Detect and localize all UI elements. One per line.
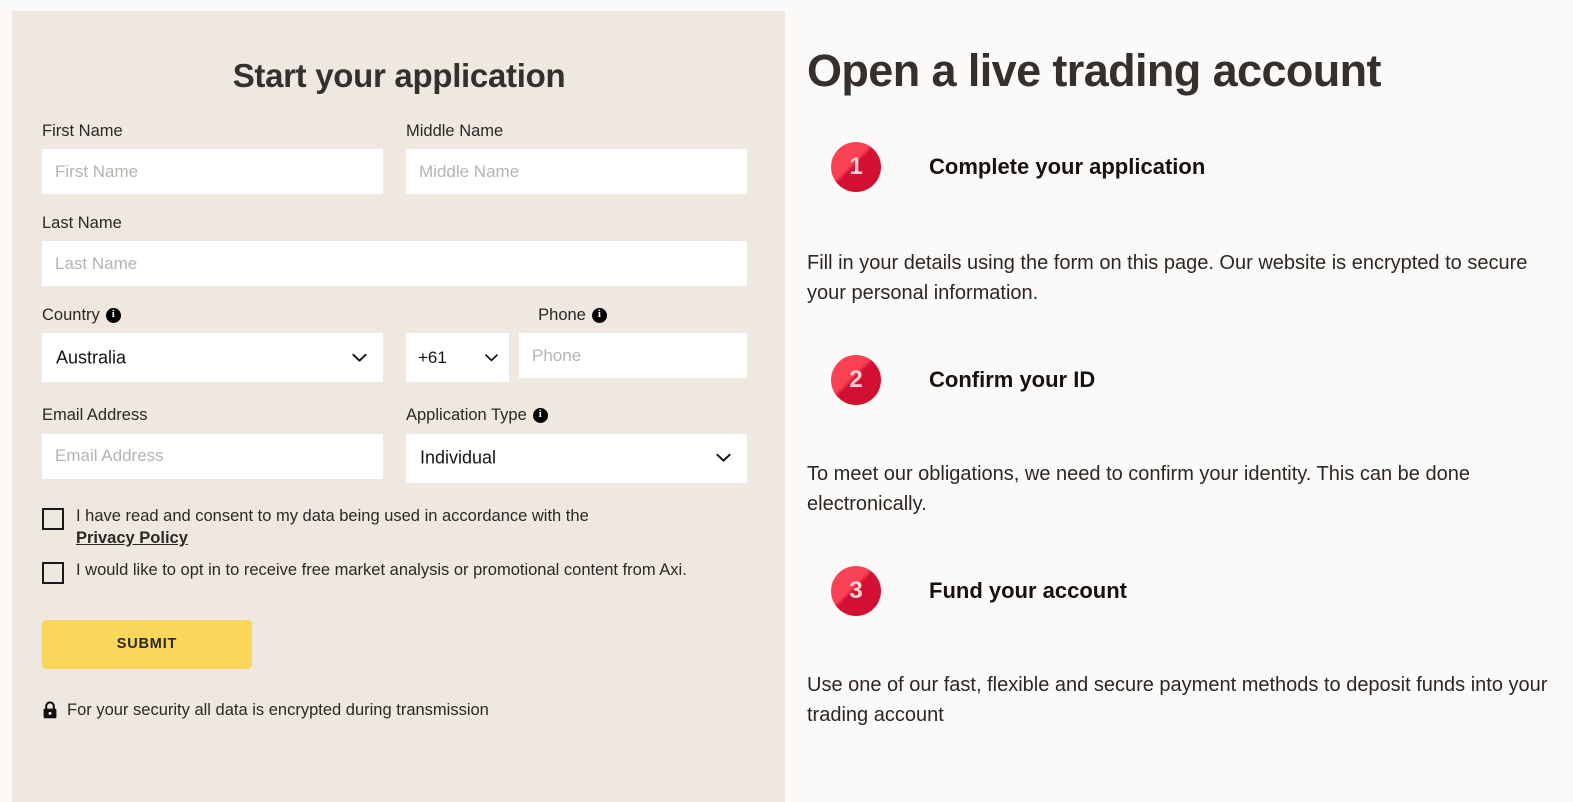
email-field-group: Email Address: [42, 406, 383, 482]
info-icon[interactable]: i: [105, 307, 121, 323]
country-label-text: Country: [42, 306, 100, 325]
application-form-panel: Start your application First Name Middle…: [12, 11, 785, 802]
privacy-consent-text: I have read and consent to my data being…: [76, 505, 589, 549]
step-title: Fund your account: [929, 577, 1127, 603]
step-header: 1 Complete your application: [807, 141, 1573, 192]
lock-icon: [43, 701, 57, 719]
submit-button[interactable]: SUBMIT: [42, 619, 252, 669]
marketing-row: I would like to opt in to receive free m…: [42, 559, 756, 584]
chevron-down-icon: [352, 353, 367, 362]
chevron-down-icon: [485, 354, 498, 362]
marketing-optin-text: I would like to opt in to receive free m…: [76, 560, 687, 579]
middle-name-field-group: Middle Name: [406, 122, 747, 195]
country-field-group: Country i Australia: [42, 306, 383, 383]
application-type-label: Application Type i: [406, 406, 747, 424]
first-name-field-group: First Name: [42, 122, 383, 195]
security-note: For your security all data is encrypted …: [42, 701, 756, 720]
consent-checkbox-group: I have read and consent to my data being…: [42, 505, 756, 584]
application-page: Start your application First Name Middle…: [0, 0, 1573, 802]
first-name-label-text: First Name: [42, 122, 123, 140]
step-title: Complete your application: [929, 153, 1206, 179]
info-icon[interactable]: i: [591, 307, 607, 323]
step-header: 3 Fund your account: [807, 565, 1573, 616]
privacy-consent-label: I have read and consent to my data being…: [76, 506, 589, 525]
phone-label-text: Phone: [538, 306, 586, 325]
security-note-text: For your security all data is encrypted …: [67, 700, 489, 719]
info-panel: Open a live trading account 1 Complete y…: [807, 0, 1573, 802]
form-inner: Start your application First Name Middle…: [42, 11, 756, 720]
privacy-policy-link[interactable]: Privacy Policy: [76, 527, 188, 549]
info-icon[interactable]: i: [532, 407, 548, 423]
application-type-select-value: Individual: [420, 447, 497, 468]
last-name-label-text: Last Name: [42, 214, 122, 233]
country-select-value: Australia: [56, 347, 127, 368]
last-name-label: Last Name: [42, 214, 747, 232]
step-number-badge: 2: [831, 354, 881, 405]
step-number-badge: 1: [831, 141, 881, 192]
consent-row: I have read and consent to my data being…: [42, 505, 756, 549]
step-header: 2 Confirm your ID: [807, 354, 1573, 405]
name-row: First Name Middle Name: [42, 122, 756, 195]
form-title: Start your application: [232, 57, 566, 94]
middle-name-input[interactable]: [406, 149, 747, 195]
step-item: 1 Complete your application Fill in your…: [807, 141, 1573, 308]
middle-name-label-text: Middle Name: [406, 122, 504, 140]
country-select[interactable]: Australia: [42, 333, 383, 383]
phone-label: Phone i: [398, 306, 747, 324]
first-name-label: First Name: [42, 122, 383, 140]
step-title: Confirm your ID: [929, 366, 1096, 392]
step-item: 3 Fund your account Use one of our fast,…: [807, 565, 1573, 730]
email-label: Email Address: [42, 406, 383, 424]
last-name-field-group: Last Name: [42, 214, 747, 287]
info-panel-title: Open a live trading account: [807, 45, 1382, 96]
phone-input[interactable]: [519, 333, 747, 379]
phone-country-code-value: +61: [418, 347, 447, 367]
last-name-input[interactable]: [42, 241, 747, 287]
marketing-optin-checkbox[interactable]: [42, 561, 64, 584]
country-label: Country i: [42, 306, 383, 324]
step-number-badge: 3: [831, 565, 881, 616]
first-name-input[interactable]: [42, 149, 383, 195]
chevron-down-icon: [716, 453, 731, 462]
application-type-field-group: Application Type i Individual: [406, 406, 747, 483]
phone-country-code-select[interactable]: +61: [406, 333, 509, 383]
application-type-label-text: Application Type: [406, 406, 527, 425]
step-body: Fill in your details using the form on t…: [807, 251, 1528, 304]
privacy-consent-checkbox[interactable]: [42, 507, 64, 530]
email-apptype-row: Email Address Application Type i Individ…: [42, 406, 756, 483]
application-type-select[interactable]: Individual: [406, 433, 747, 483]
country-phone-row: Country i Australia Phone i +61 Phone: [42, 306, 756, 383]
middle-name-label: Middle Name: [406, 122, 747, 140]
step-body: Use one of our fast, flexible and secure…: [807, 673, 1548, 726]
step-body: To meet our obligations, we need to conf…: [807, 462, 1470, 515]
phone-field-group: Phone i +61: [406, 306, 747, 383]
email-input[interactable]: [42, 433, 383, 479]
email-label-text: Email Address: [42, 406, 148, 425]
step-item: 2 Confirm your ID To meet our obligation…: [807, 354, 1573, 519]
